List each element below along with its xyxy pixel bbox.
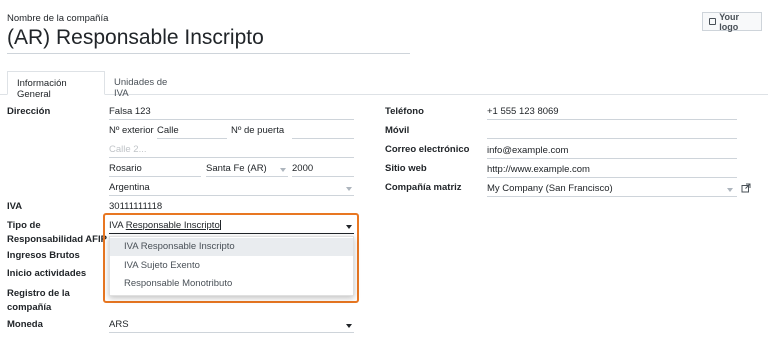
tipo-responsabilidad-typed: Responsable Inscripto xyxy=(125,220,220,231)
direccion-label: Dirección xyxy=(7,106,51,117)
company-name-label: Nombre de la compañía xyxy=(7,13,109,24)
image-icon xyxy=(709,18,717,25)
dropdown-option[interactable]: Responsable Monotributo xyxy=(110,275,353,293)
tipo-responsabilidad-input[interactable]: IVA Responsable Inscripto xyxy=(109,220,354,234)
tab-informacion-general[interactable]: Información General xyxy=(7,71,105,100)
chevron-down-icon xyxy=(346,225,352,229)
telefono-label: Teléfono xyxy=(385,106,424,117)
nro-exterior-input[interactable]: Calle xyxy=(157,125,227,139)
country-value: Argentina xyxy=(109,182,150,193)
external-link-icon[interactable] xyxy=(741,183,751,193)
dropdown-option[interactable]: IVA Responsable Inscripto xyxy=(110,238,353,256)
responsabilidad-dropdown-menu: IVA Responsable Inscripto IVA Sujeto Exe… xyxy=(109,236,354,296)
state-value: Santa Fe (AR) xyxy=(206,163,267,174)
telefono-input[interactable]: +1 555 123 8069 xyxy=(487,106,737,120)
street2-input[interactable]: Calle 2... xyxy=(109,144,354,158)
zip-input[interactable]: 2000 xyxy=(292,163,354,177)
company-name-field[interactable]: (AR) Responsable Inscripto xyxy=(7,26,410,54)
sitio-web-label: Sitio web xyxy=(385,163,427,174)
inicio-actividades-label: Inicio actividades xyxy=(7,268,87,279)
correo-input[interactable]: info@example.com xyxy=(487,145,737,159)
iva-label: IVA xyxy=(7,201,23,212)
text-cursor xyxy=(219,220,221,231)
tipo-responsabilidad-label-2: Responsabilidad AFIP xyxy=(7,234,107,245)
sitio-web-input[interactable]: http://www.example.com xyxy=(487,164,737,178)
compania-matriz-select[interactable]: My Company (San Francisco) xyxy=(487,183,737,197)
dropdown-option[interactable]: IVA Sujeto Exento xyxy=(110,257,353,275)
moneda-value: ARS xyxy=(109,319,129,330)
street-input[interactable]: Falsa 123 xyxy=(109,106,354,120)
chevron-down-icon xyxy=(346,324,352,328)
moneda-select[interactable]: ARS xyxy=(109,319,354,333)
your-logo-label: Your logo xyxy=(719,11,740,32)
tab-unidades-iva[interactable]: Unidades de IVA xyxy=(105,71,191,99)
tipo-responsabilidad-label-1: Tipo de xyxy=(7,220,41,231)
your-logo-button[interactable]: Your logo xyxy=(702,11,762,32)
country-select[interactable]: Argentina xyxy=(109,182,354,196)
company-name-value: (AR) Responsable Inscripto xyxy=(7,26,264,49)
city-input[interactable]: Rosario xyxy=(109,163,201,177)
nro-exterior-label: Nº exterior xyxy=(109,125,154,136)
nro-puerta-label: Nº de puerta xyxy=(231,125,285,136)
chevron-down-icon xyxy=(346,187,352,191)
nro-puerta-input[interactable] xyxy=(292,125,354,139)
state-select[interactable]: Santa Fe (AR) xyxy=(206,163,288,177)
compania-matriz-value: My Company (San Francisco) xyxy=(487,183,613,194)
moneda-label: Moneda xyxy=(7,319,43,330)
movil-input[interactable] xyxy=(487,125,737,139)
compania-matriz-label: Compañía matriz xyxy=(385,182,462,193)
tipo-responsabilidad-prefix: IVA xyxy=(109,220,126,231)
correo-label: Correo electrónico xyxy=(385,144,470,155)
registro-label-2: compañía xyxy=(7,302,52,313)
chevron-down-icon xyxy=(280,168,286,172)
registro-label-1: Registro de la xyxy=(7,288,70,299)
chevron-down-icon xyxy=(727,188,733,192)
ingresos-brutos-label: Ingresos Brutos xyxy=(7,250,80,261)
movil-label: Móvil xyxy=(385,125,410,136)
